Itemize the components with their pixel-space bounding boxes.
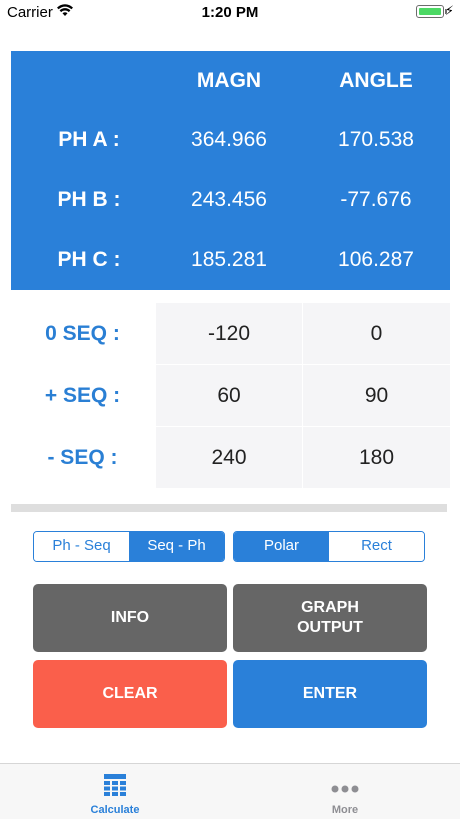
seq-input-2[interactable]: 90 [303, 365, 450, 426]
phase-angle-value[interactable]: 170.538 [302, 128, 450, 152]
phase-row-a: PH A : 364.966 170.538 [11, 128, 450, 158]
seq-row-zero: 0 SEQ : -120 0 [11, 303, 450, 365]
tab-calculate[interactable]: Calculate [0, 764, 230, 819]
conversion-toggle[interactable]: Ph - Seq Seq - Ph [33, 531, 225, 562]
seq-row-positive: + SEQ : 60 90 [11, 365, 450, 427]
tab-bar: Calculate More [0, 763, 460, 819]
ph-seq-option[interactable]: Ph - Seq [34, 532, 129, 561]
graph-output-button[interactable]: GRAPH OUTPUT [233, 584, 427, 652]
polar-option[interactable]: Polar [234, 532, 329, 561]
angle-header: ANGLE [339, 69, 413, 92]
format-toggle[interactable]: Polar Rect [233, 531, 425, 562]
phase-row-c: PH C : 185.281 106.287 [11, 248, 450, 278]
tab-label: Calculate [90, 804, 140, 816]
seq-input-2[interactable]: 180 [303, 427, 450, 488]
phase-label: PH B : [57, 188, 121, 211]
magn-header: MAGN [196, 69, 262, 92]
more-dots-icon [331, 780, 359, 798]
seq-input-1[interactable]: 60 [156, 365, 302, 426]
seq-label: - SEQ : [47, 446, 118, 469]
divider [11, 504, 447, 512]
seq-label: 0 SEQ : [45, 322, 120, 345]
tab-more[interactable]: More [230, 764, 460, 819]
info-button[interactable]: INFO [33, 584, 227, 652]
seq-label: + SEQ : [44, 384, 121, 407]
phase-header-row: MAGN ANGLE [11, 69, 450, 99]
phase-row-b: PH B : 243.456 -77.676 [11, 188, 450, 218]
phase-magn-value[interactable]: 243.456 [156, 188, 302, 212]
seq-row-negative: - SEQ : 240 180 [11, 427, 450, 489]
sequence-table: 0 SEQ : -120 0 + SEQ : 60 90 - SEQ : 240… [11, 303, 450, 489]
bolt-icon: ⚡ [444, 3, 454, 18]
phase-label: PH C : [57, 248, 121, 271]
calculator-icon [104, 774, 126, 801]
status-bar: Carrier 1:20 PM ⚡ [0, 0, 460, 26]
seq-ph-option[interactable]: Seq - Ph [129, 532, 224, 561]
phase-label: PH A : [58, 128, 120, 151]
status-time: 1:20 PM [201, 4, 259, 21]
phase-magn-value[interactable]: 185.281 [156, 248, 302, 272]
tab-label: More [331, 804, 359, 816]
phase-table: MAGN ANGLE PH A : 364.966 170.538 PH B :… [11, 51, 450, 290]
seq-input-1[interactable]: -120 [156, 303, 302, 364]
phase-angle-value[interactable]: 106.287 [302, 248, 450, 272]
enter-button[interactable]: ENTER [233, 660, 427, 728]
clear-button[interactable]: CLEAR [33, 660, 227, 728]
seq-input-1[interactable]: 240 [156, 427, 302, 488]
seq-input-2[interactable]: 0 [303, 303, 450, 364]
phase-magn-value[interactable]: 364.966 [156, 128, 302, 152]
battery-icon [416, 5, 447, 18]
rect-option[interactable]: Rect [329, 532, 424, 561]
phase-angle-value[interactable]: -77.676 [302, 188, 450, 212]
